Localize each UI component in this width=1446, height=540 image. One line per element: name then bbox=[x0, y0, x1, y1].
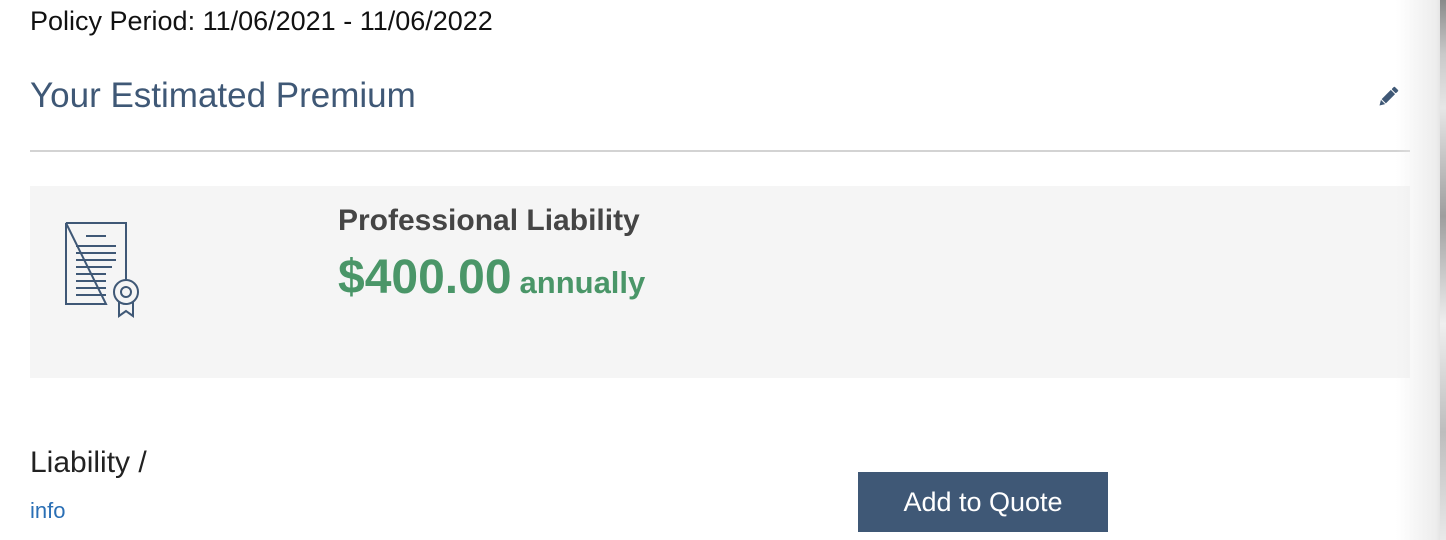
info-link[interactable]: info bbox=[30, 498, 65, 524]
premium-card: Professional Liability $400.00 annually bbox=[30, 186, 1410, 378]
section-title: Your Estimated Premium bbox=[30, 76, 416, 115]
add-to-quote-button[interactable]: Add to Quote bbox=[858, 472, 1108, 532]
price-row: $400.00 annually bbox=[338, 250, 645, 305]
divider bbox=[30, 150, 1410, 152]
liability-label: Liability / bbox=[30, 446, 147, 479]
coverage-name: Professional Liability bbox=[338, 204, 640, 237]
policy-period: Policy Period: 11/06/2021 - 11/06/2022 bbox=[30, 6, 493, 36]
price-amount: $400.00 bbox=[338, 251, 512, 304]
certificate-document-icon bbox=[65, 222, 139, 318]
adjacent-window-edge bbox=[1440, 0, 1446, 540]
page: Policy Period: 11/06/2021 - 11/06/2022 Y… bbox=[0, 0, 1446, 540]
price-period: annually bbox=[519, 265, 646, 300]
side-panel-shadow bbox=[1396, 0, 1446, 540]
